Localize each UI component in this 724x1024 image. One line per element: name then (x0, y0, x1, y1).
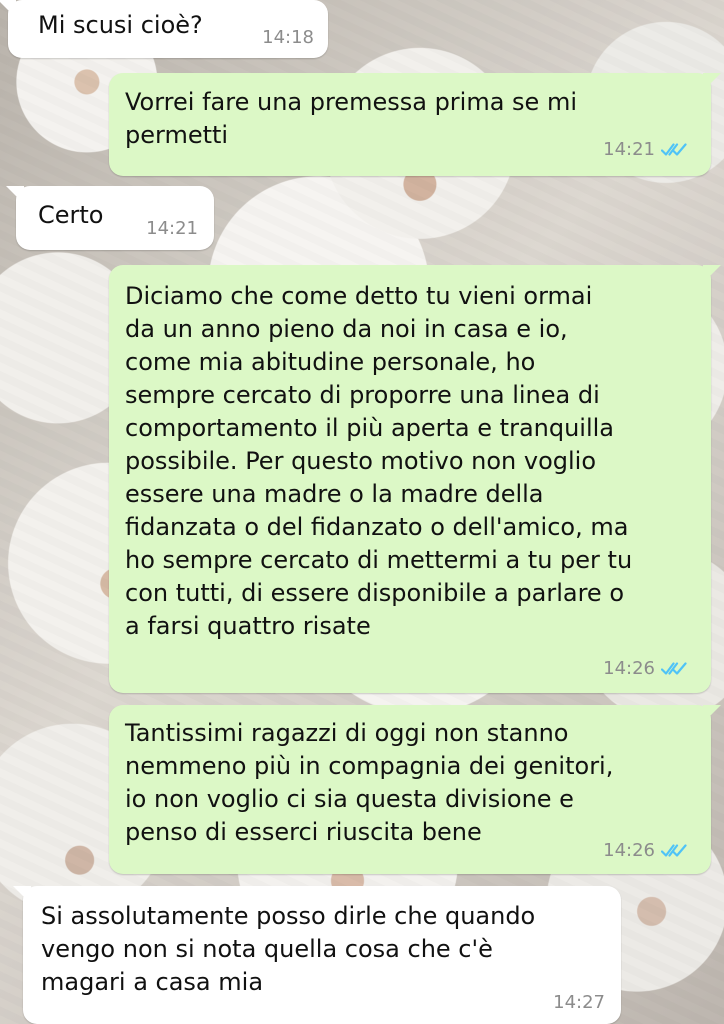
message-meta: 14:26 (603, 659, 687, 679)
message-time: 14:26 (603, 840, 655, 861)
message-time: 14:21 (146, 218, 198, 239)
message-time: 14:21 (603, 139, 655, 160)
chat-thread[interactable]: Mi scusi cioè? 14:18 Vorrei fare una pre… (0, 0, 724, 1024)
message-bubble-incoming[interactable]: Si assolutamente posso dirle che quando … (23, 886, 621, 1024)
message-text: Vorrei fare una premessa prima se mi per… (125, 88, 577, 149)
message-bubble-incoming[interactable]: Mi scusi cioè? 14:18 (8, 0, 328, 58)
message-meta: 14:21 (603, 140, 687, 160)
message-bubble-outgoing[interactable]: Diciamo che come detto tu vieni ormai da… (109, 265, 711, 693)
message-time: 14:26 (603, 658, 655, 679)
message-text: Mi scusi cioè? (38, 11, 203, 39)
message-bubble-incoming[interactable]: Certo 14:21 (16, 186, 214, 250)
message-meta: 14:18 (262, 28, 314, 48)
message-text: Si assolutamente posso dirle che quando … (41, 902, 536, 996)
message-time: 14:27 (553, 992, 605, 1013)
message-bubble-outgoing[interactable]: Tantissimi ragazzi di oggi non stanno ne… (109, 705, 711, 874)
double-check-read-icon (661, 844, 687, 857)
message-text: Certo (38, 201, 104, 229)
message-text: Tantissimi ragazzi di oggi non stanno ne… (125, 719, 614, 846)
message-text: Diciamo che come detto tu vieni ormai da… (125, 282, 633, 640)
double-check-read-icon (661, 143, 687, 156)
message-bubble-outgoing[interactable]: Vorrei fare una premessa prima se mi per… (109, 73, 711, 176)
message-meta: 14:27 (553, 993, 605, 1013)
double-check-read-icon (661, 662, 687, 675)
message-meta: 14:26 (603, 841, 687, 861)
message-time: 14:18 (262, 27, 314, 48)
message-meta: 14:21 (146, 219, 198, 239)
